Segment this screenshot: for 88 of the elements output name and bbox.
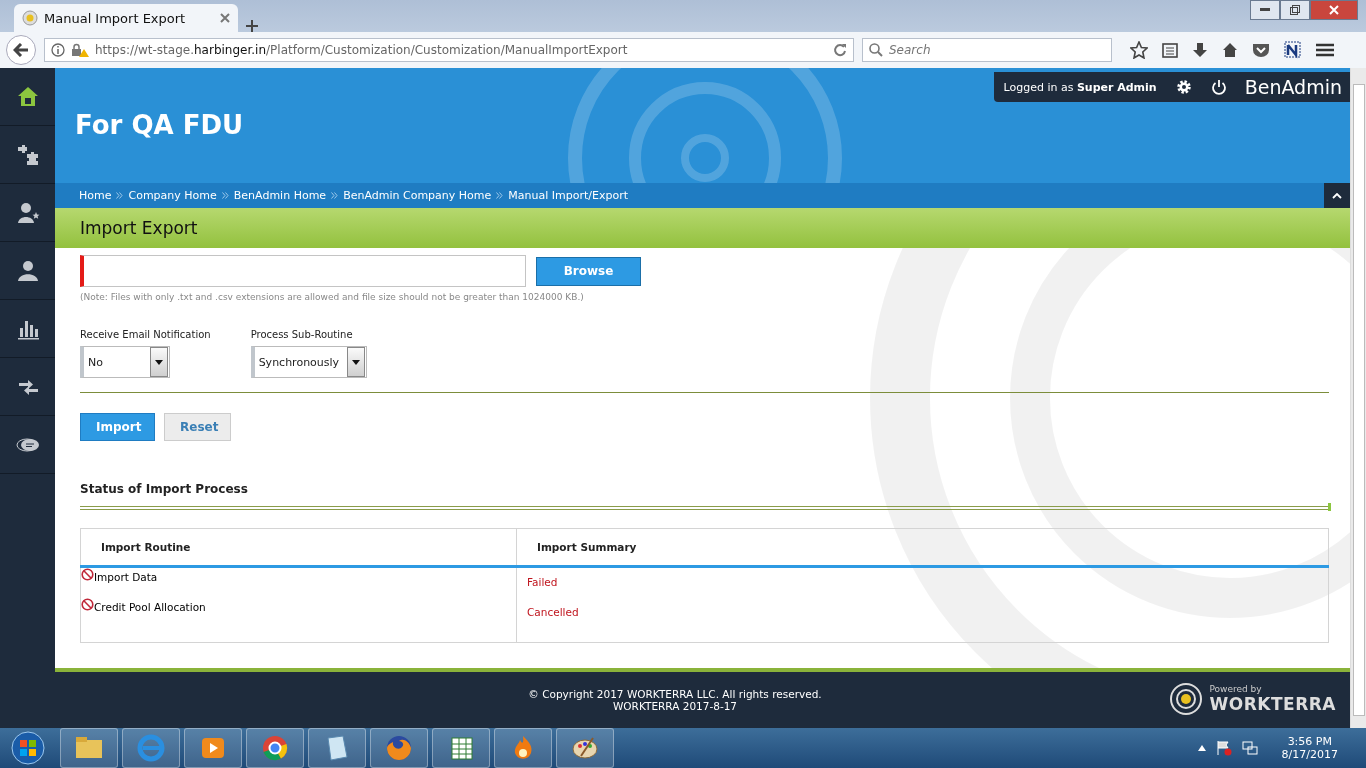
minimize-button[interactable] xyxy=(1250,0,1280,20)
windows-logo-icon xyxy=(11,731,45,765)
settings-icon[interactable] xyxy=(1174,78,1193,96)
breadcrumb-link[interactable]: BenAdmin Home xyxy=(233,189,327,202)
breadcrumb-link[interactable]: Company Home xyxy=(128,189,217,202)
double-chevron-icon xyxy=(221,192,229,199)
import-button[interactable]: Import xyxy=(80,413,155,441)
select-label: Receive Email Notification xyxy=(80,329,211,340)
minimize-icon xyxy=(1260,8,1270,12)
home-icon[interactable] xyxy=(1222,42,1238,58)
file-path-field[interactable] xyxy=(80,255,526,287)
double-chevron-icon xyxy=(116,192,124,199)
browser-tab[interactable]: Manual Import Export xyxy=(14,4,238,32)
taskbar-clock[interactable]: 3:56 PM 8/17/2017 xyxy=(1281,735,1338,761)
download-icon[interactable] xyxy=(1192,42,1208,58)
taskbar-app-button[interactable] xyxy=(494,728,552,768)
taskbar-app-button[interactable] xyxy=(432,728,490,768)
user-icon xyxy=(15,258,40,283)
taskbar-app-button[interactable] xyxy=(308,728,366,768)
site-icon xyxy=(22,10,38,26)
extension-icon[interactable] xyxy=(1284,41,1302,59)
search-icon xyxy=(869,43,883,57)
info-icon xyxy=(51,43,65,57)
routine-name: Import Data xyxy=(94,571,158,583)
dropdown-field[interactable]: Synchronously xyxy=(250,346,367,378)
scrollbar[interactable] xyxy=(1350,68,1366,728)
app-brand: BenAdmin xyxy=(1244,76,1342,98)
new-tab-icon[interactable] xyxy=(246,20,258,32)
taskbar-app-button[interactable] xyxy=(246,728,304,768)
browser-e-icon xyxy=(135,732,167,764)
tab-title: Manual Import Export xyxy=(44,10,187,26)
restore-button[interactable] xyxy=(1280,0,1310,20)
address-bar[interactable]: https://wt-stage.harbinger.in/Platform/Customization/Customization/ManualImportExport xyxy=(44,38,854,62)
breadcrumb-link[interactable]: Home xyxy=(79,189,112,202)
star-icon[interactable] xyxy=(1130,41,1148,59)
taskbar-app-button[interactable] xyxy=(184,728,242,768)
close-window-button[interactable] xyxy=(1310,0,1358,20)
network-icon[interactable] xyxy=(1241,740,1258,756)
column-header: Import Summary xyxy=(516,528,1329,567)
taskbar-app-button[interactable] xyxy=(122,728,180,768)
copyright-text: © Copyright 2017 WORKTERRA LLC. All rights reserved. xyxy=(528,688,822,700)
breadcrumb-link[interactable]: Manual Import/Export xyxy=(508,189,628,202)
action-center-flag-icon[interactable] xyxy=(1215,740,1232,756)
file-note: (Note: Files with only .txt and .csv extensions are allowed and file size should not be greater than 1024000 KB.) xyxy=(80,292,585,302)
collapse-button[interactable] xyxy=(1324,183,1350,208)
back-arrow-icon xyxy=(13,43,29,57)
tray-expand-icon[interactable] xyxy=(1197,745,1206,751)
logged-in-text: Logged in as Super Admin xyxy=(1003,80,1157,94)
select-label: Process Sub-Routine xyxy=(250,329,354,340)
back-button[interactable] xyxy=(6,35,36,65)
taskbar-app-button[interactable] xyxy=(60,728,118,768)
user-star-icon xyxy=(15,200,40,225)
prohibited-icon xyxy=(81,598,94,611)
pocket-icon[interactable] xyxy=(1252,42,1270,58)
double-chevron-icon xyxy=(331,192,339,199)
menu-icon[interactable] xyxy=(1316,43,1334,57)
reset-button[interactable]: Reset xyxy=(164,413,231,441)
reading-list-icon[interactable] xyxy=(1162,42,1178,58)
close-icon xyxy=(1329,5,1339,15)
company-name: For QA FDU xyxy=(75,109,244,140)
caret-up-icon xyxy=(1332,192,1342,199)
taskbar-app-button[interactable] xyxy=(370,728,428,768)
summary-status: Cancelled xyxy=(527,606,579,618)
version-text: WORKTERRA 2017-8-17 xyxy=(612,700,738,712)
routine-name: Credit Pool Allocation xyxy=(94,601,206,613)
footer-brand: WORKTERRA xyxy=(1209,694,1336,714)
dropdown-field[interactable]: No xyxy=(80,346,170,378)
close-icon[interactable] xyxy=(220,13,230,23)
workterra-logo-icon xyxy=(1169,682,1204,716)
breadcrumb-link[interactable]: BenAdmin Company Home xyxy=(343,189,492,202)
taskbar-app-button[interactable] xyxy=(556,728,614,768)
status-heading: Status of Import Process xyxy=(80,482,249,496)
restore-icon xyxy=(1290,5,1300,15)
column-header: Import Routine xyxy=(80,528,517,567)
url-text: https://wt-stage.harbinger.in/Platform/Customization/Customization/ManualImportExport xyxy=(95,43,629,57)
double-chevron-icon xyxy=(496,192,504,199)
reload-icon[interactable] xyxy=(833,43,847,57)
lock-warning-icon xyxy=(71,43,89,57)
caret-down-icon xyxy=(155,359,163,365)
summary-status: Failed xyxy=(527,576,558,588)
puzzle-icon xyxy=(15,142,40,167)
caret-down-icon xyxy=(351,359,360,365)
prohibited-icon xyxy=(81,568,94,581)
browse-button[interactable]: Browse xyxy=(536,256,641,286)
powered-by-text: Powered by xyxy=(1209,684,1263,694)
power-icon[interactable] xyxy=(1210,79,1227,95)
section-title: Import Export xyxy=(80,218,198,238)
search-field[interactable]: Search xyxy=(862,38,1112,62)
